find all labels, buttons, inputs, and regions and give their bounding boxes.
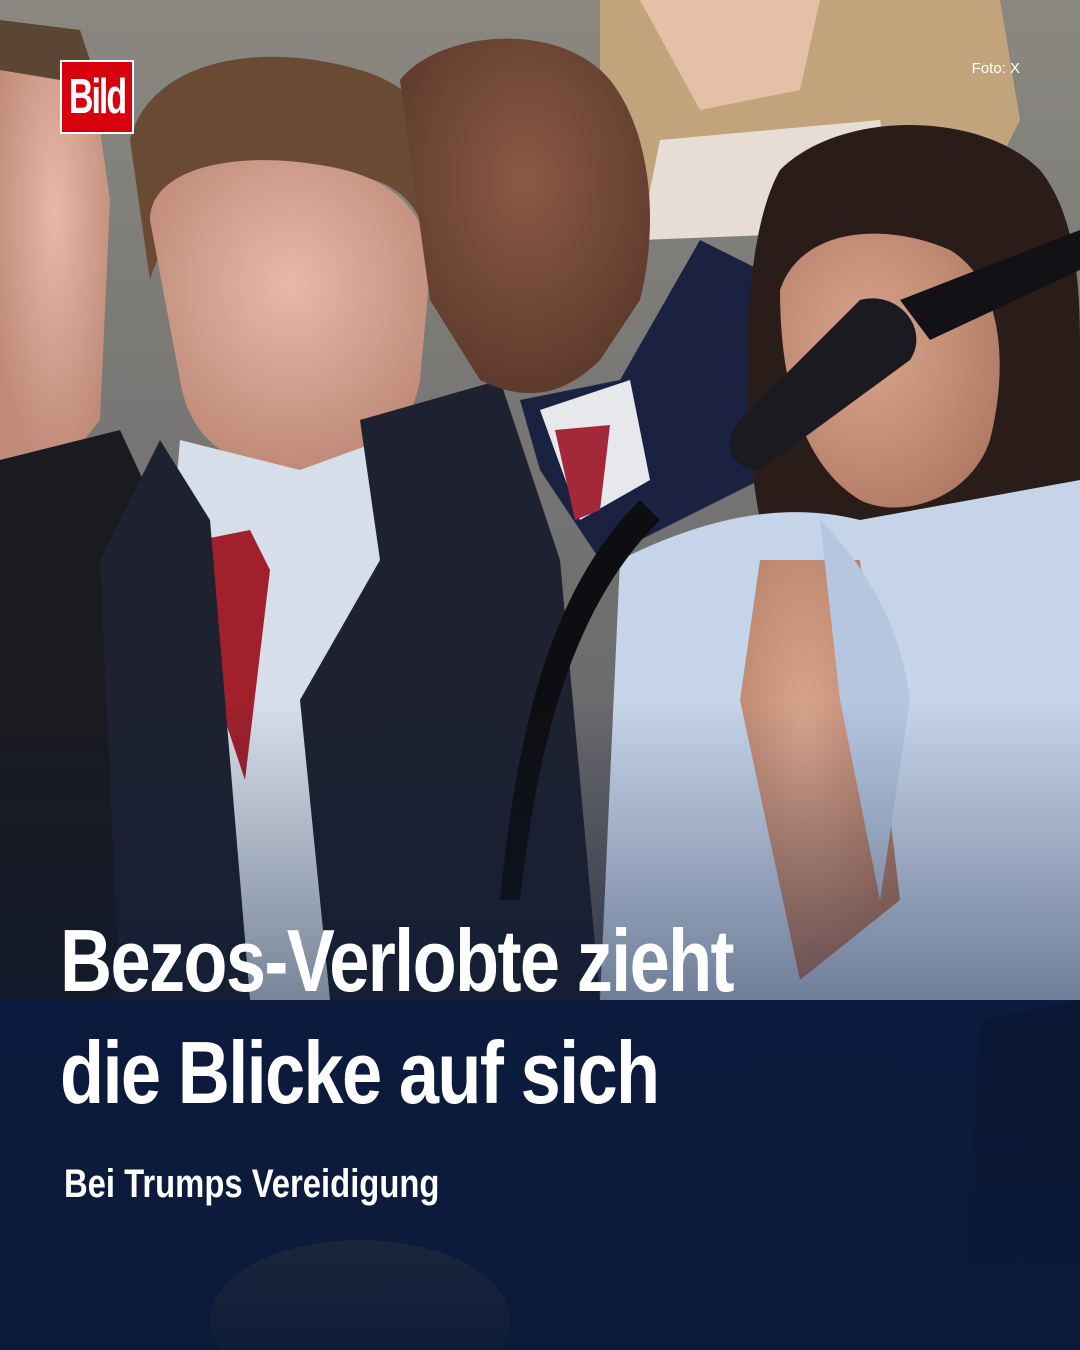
- photo-credit: Foto: X: [971, 60, 1020, 77]
- bild-logo: Bild: [60, 60, 134, 134]
- headline-line-1: Bezos-Verlobte zieht: [60, 911, 735, 1010]
- subheadline: Bei Trumps Vereidigung: [64, 1162, 440, 1206]
- headline-line-2: die Blicke auf sich: [60, 1023, 660, 1122]
- headline: Bezos-Verlobte zieht die Blicke auf sich: [60, 905, 1019, 1129]
- news-photo: [0, 0, 1080, 1350]
- logo-text: Bild: [68, 69, 127, 125]
